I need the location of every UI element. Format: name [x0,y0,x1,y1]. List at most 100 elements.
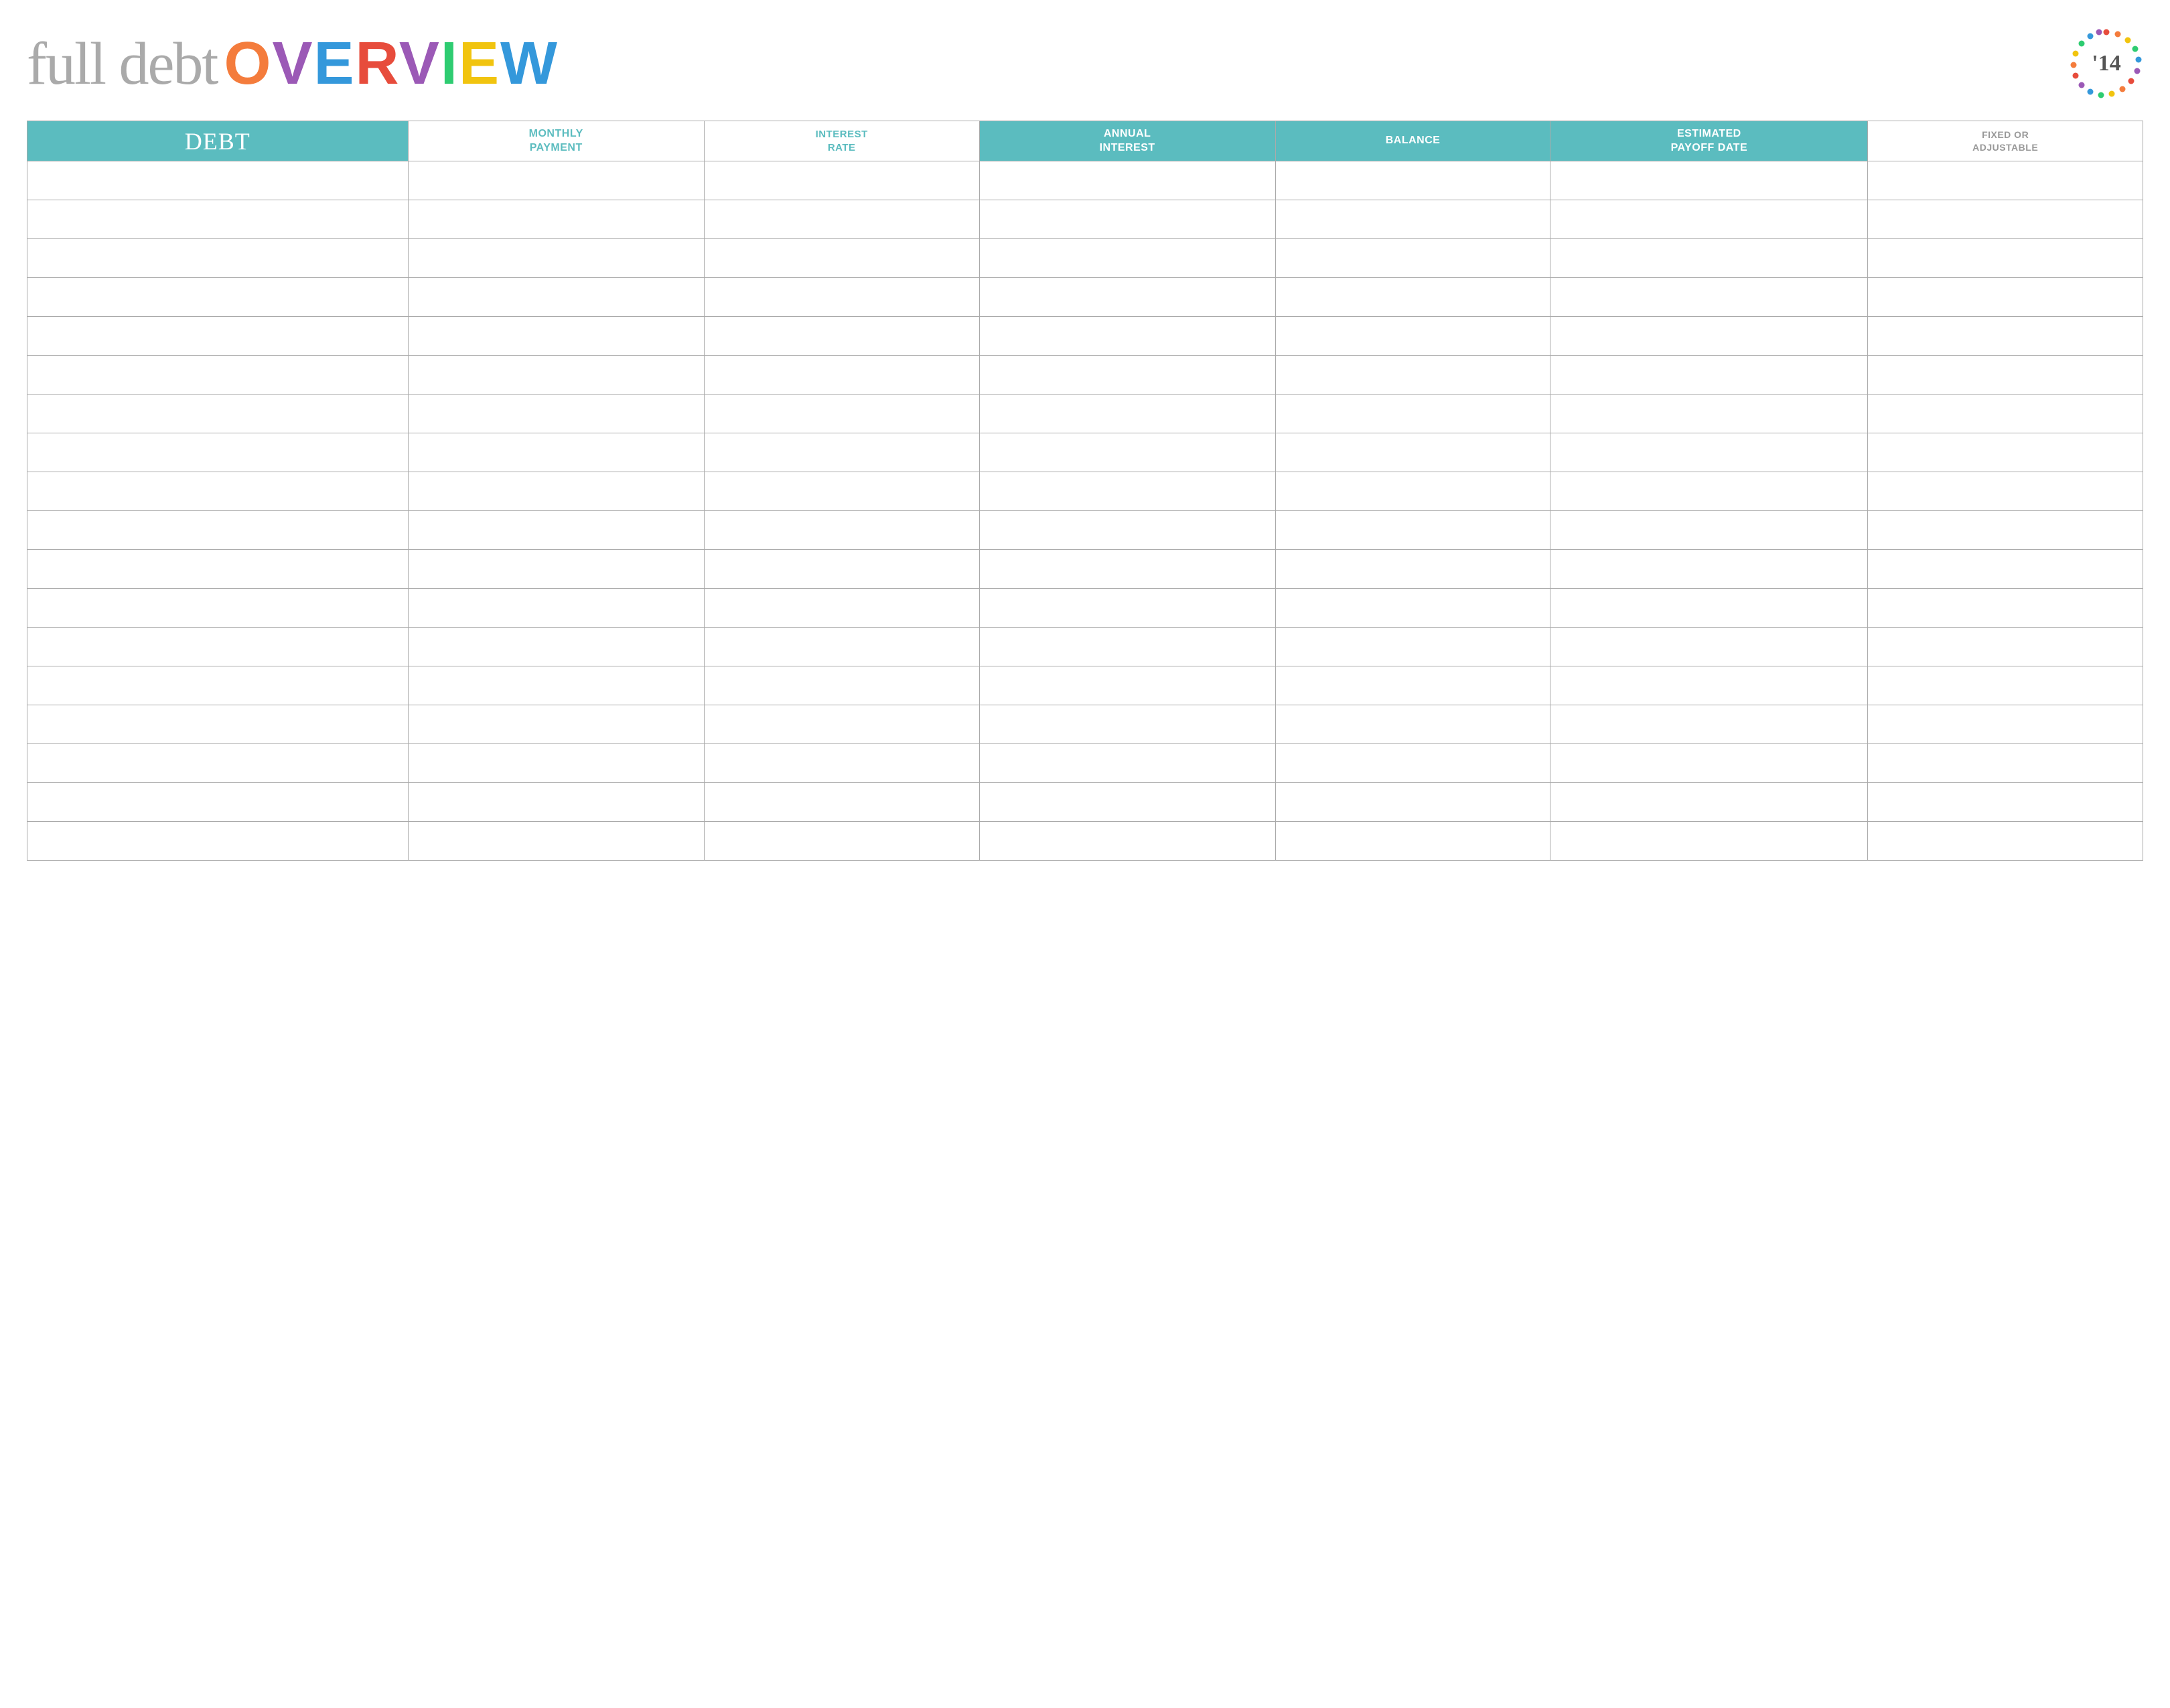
table-cell[interactable] [979,511,1275,550]
table-cell[interactable] [408,433,704,472]
table-cell[interactable] [1550,628,1868,666]
table-cell[interactable] [408,550,704,589]
table-cell[interactable] [1550,239,1868,278]
table-cell[interactable] [1550,278,1868,317]
table-cell[interactable] [979,783,1275,822]
table-cell[interactable] [27,822,409,861]
table-cell[interactable] [704,744,979,783]
table-cell[interactable] [408,356,704,395]
table-cell[interactable] [27,511,409,550]
table-cell[interactable] [1550,666,1868,705]
table-cell[interactable] [1868,822,2143,861]
table-cell[interactable] [704,239,979,278]
table-cell[interactable] [27,705,409,744]
table-cell[interactable] [1550,472,1868,511]
table-cell[interactable] [979,589,1275,628]
table-cell[interactable] [1868,200,2143,239]
table-cell[interactable] [27,783,409,822]
table-cell[interactable] [1550,705,1868,744]
table-cell[interactable] [704,317,979,356]
table-cell[interactable] [704,705,979,744]
table-cell[interactable] [1868,317,2143,356]
table-cell[interactable] [27,628,409,666]
table-cell[interactable] [1868,628,2143,666]
table-cell[interactable] [704,589,979,628]
table-cell[interactable] [27,550,409,589]
table-cell[interactable] [408,472,704,511]
table-cell[interactable] [27,472,409,511]
table-cell[interactable] [704,433,979,472]
table-cell[interactable] [408,666,704,705]
table-cell[interactable] [1275,666,1550,705]
table-cell[interactable] [1275,511,1550,550]
table-cell[interactable] [1275,589,1550,628]
table-cell[interactable] [408,822,704,861]
table-cell[interactable] [1550,589,1868,628]
table-cell[interactable] [408,200,704,239]
table-cell[interactable] [1868,433,2143,472]
table-cell[interactable] [704,822,979,861]
table-cell[interactable] [1868,511,2143,550]
table-cell[interactable] [408,239,704,278]
table-cell[interactable] [704,472,979,511]
table-cell[interactable] [1275,783,1550,822]
table-cell[interactable] [704,550,979,589]
table-cell[interactable] [1550,822,1868,861]
table-cell[interactable] [1275,317,1550,356]
table-cell[interactable] [27,239,409,278]
table-cell[interactable] [1275,200,1550,239]
table-cell[interactable] [27,666,409,705]
table-cell[interactable] [1868,472,2143,511]
table-cell[interactable] [408,317,704,356]
table-cell[interactable] [1550,783,1868,822]
table-cell[interactable] [1550,433,1868,472]
table-cell[interactable] [1868,161,2143,200]
table-cell[interactable] [1550,200,1868,239]
table-cell[interactable] [1550,161,1868,200]
table-cell[interactable] [1550,356,1868,395]
table-cell[interactable] [1550,511,1868,550]
table-cell[interactable] [27,433,409,472]
table-cell[interactable] [1868,278,2143,317]
table-cell[interactable] [979,705,1275,744]
table-cell[interactable] [979,239,1275,278]
table-cell[interactable] [408,395,704,433]
table-cell[interactable] [1868,395,2143,433]
table-cell[interactable] [1868,705,2143,744]
table-cell[interactable] [1550,744,1868,783]
table-cell[interactable] [1275,822,1550,861]
table-cell[interactable] [1868,666,2143,705]
table-cell[interactable] [1275,278,1550,317]
table-cell[interactable] [1275,356,1550,395]
table-cell[interactable] [704,511,979,550]
table-cell[interactable] [704,628,979,666]
table-cell[interactable] [704,200,979,239]
table-cell[interactable] [979,822,1275,861]
table-cell[interactable] [704,395,979,433]
table-cell[interactable] [1550,395,1868,433]
table-cell[interactable] [1868,783,2143,822]
table-cell[interactable] [979,356,1275,395]
table-cell[interactable] [1550,317,1868,356]
table-cell[interactable] [1275,628,1550,666]
table-cell[interactable] [979,200,1275,239]
table-cell[interactable] [704,666,979,705]
table-cell[interactable] [704,356,979,395]
table-cell[interactable] [27,395,409,433]
table-cell[interactable] [979,744,1275,783]
table-cell[interactable] [1868,356,2143,395]
table-cell[interactable] [408,161,704,200]
table-cell[interactable] [979,278,1275,317]
table-cell[interactable] [979,317,1275,356]
table-cell[interactable] [704,161,979,200]
table-cell[interactable] [27,317,409,356]
table-cell[interactable] [704,783,979,822]
table-cell[interactable] [1275,744,1550,783]
table-cell[interactable] [1275,395,1550,433]
table-cell[interactable] [27,356,409,395]
table-cell[interactable] [1275,161,1550,200]
table-cell[interactable] [979,395,1275,433]
table-cell[interactable] [408,278,704,317]
table-cell[interactable] [1275,433,1550,472]
table-cell[interactable] [27,278,409,317]
